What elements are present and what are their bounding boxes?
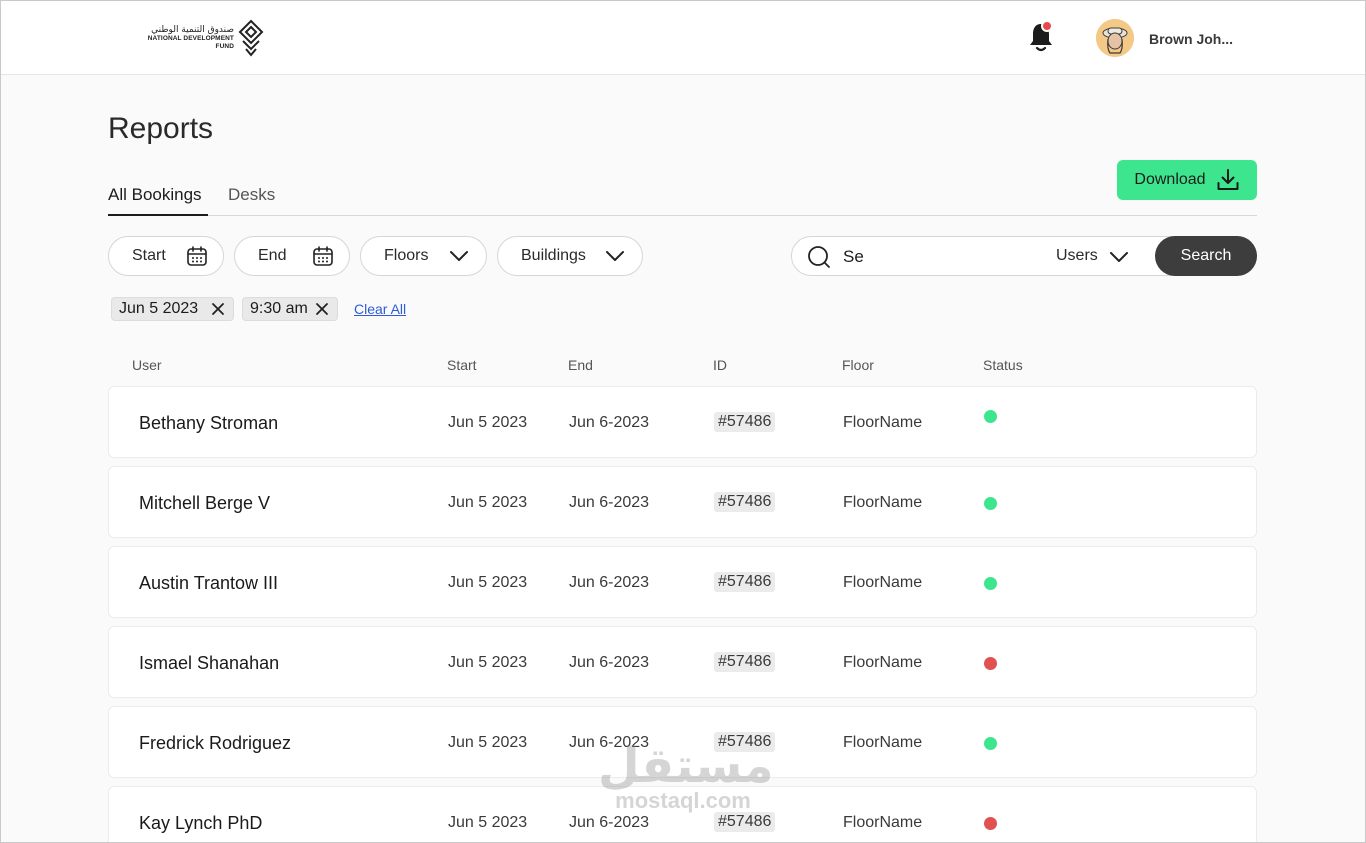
download-button[interactable]: Download	[1117, 160, 1257, 200]
avatar-illustration-icon	[1096, 19, 1134, 57]
logo-arabic: صندوق التنمية الوطني	[151, 25, 234, 35]
row-id: #57486	[714, 732, 776, 752]
status-indicator	[984, 657, 997, 670]
table-row[interactable]: Austin Trantow III Jun 5 2023 Jun 6-2023…	[108, 546, 1257, 618]
clear-all-link[interactable]: Clear All	[354, 301, 406, 317]
row-id: #57486	[714, 412, 776, 432]
row-start: Jun 5 2023	[448, 574, 528, 591]
row-user: Ismael Shanahan	[139, 653, 280, 673]
row-user: Austin Trantow III	[139, 573, 279, 593]
column-header-floor: Floor	[842, 357, 874, 373]
column-header-status: Status	[983, 357, 1023, 373]
close-icon[interactable]	[315, 302, 329, 316]
column-header-id: ID	[713, 357, 727, 373]
status-indicator	[984, 497, 997, 510]
buildings-dropdown-label: Buildings	[521, 247, 586, 264]
row-user: Fredrick Rodriguez	[139, 733, 292, 753]
floors-dropdown[interactable]: Floors	[360, 236, 487, 276]
row-id: #57486	[714, 572, 776, 592]
status-indicator	[984, 737, 997, 750]
start-filter-label: Start	[132, 247, 166, 264]
download-icon	[1217, 169, 1239, 190]
row-floor: FloorName	[843, 654, 923, 671]
table-row[interactable]: Kay Lynch PhD Jun 5 2023 Jun 6-2023 #574…	[108, 786, 1257, 843]
status-indicator	[984, 817, 997, 830]
row-user: Kay Lynch PhD	[139, 813, 263, 833]
tab-bar: All Bookings Desks	[108, 184, 1257, 216]
table-row[interactable]: Mitchell Berge V Jun 5 2023 Jun 6-2023 #…	[108, 466, 1257, 538]
row-start: Jun 5 2023	[448, 494, 528, 511]
search-scope-dropdown[interactable]: Users	[1056, 247, 1128, 265]
row-end: Jun 6-2023	[569, 574, 650, 591]
search-icon	[808, 246, 830, 268]
top-bar: صندوق التنمية الوطني NATIONAL DEVELOPMEN…	[0, 0, 1366, 75]
search-button[interactable]: Search	[1155, 236, 1257, 276]
logo-text: صندوق التنمية الوطني NATIONAL DEVELOPMEN…	[142, 25, 234, 51]
chevron-down-icon	[1110, 252, 1128, 262]
chevron-down-icon	[606, 251, 624, 261]
chevron-down-icon	[450, 251, 468, 261]
row-floor: FloorName	[843, 814, 923, 831]
row-floor: FloorName	[843, 494, 923, 511]
row-start: Jun 5 2023	[448, 654, 528, 671]
row-floor: FloorName	[843, 734, 923, 751]
user-name[interactable]: Brown Joh...	[1149, 31, 1233, 47]
row-id: #57486	[714, 492, 776, 512]
row-user: Mitchell Berge V	[139, 493, 271, 513]
row-end: Jun 6-2023	[569, 494, 650, 511]
filter-chip-label: 9:30 am	[250, 300, 308, 317]
logo-english: NATIONAL DEVELOPMENT	[147, 35, 234, 42]
avatar[interactable]	[1096, 19, 1134, 57]
end-date-filter[interactable]: End	[234, 236, 350, 276]
tab-all-bookings[interactable]: All Bookings	[108, 184, 208, 216]
page-title: Reports	[108, 112, 214, 145]
status-indicator	[984, 410, 997, 423]
calendar-icon	[313, 246, 333, 266]
row-end: Jun 6-2023	[569, 654, 650, 671]
logo-mark-icon	[238, 19, 264, 57]
row-user: Bethany Stroman	[139, 413, 279, 433]
table-row[interactable]: Ismael Shanahan Jun 5 2023 Jun 6-2023 #5…	[108, 626, 1257, 698]
status-indicator	[984, 577, 997, 590]
filter-chip-date: Jun 5 2023	[111, 297, 234, 321]
row-start: Jun 5 2023	[448, 814, 528, 831]
table-row[interactable]: Bethany Stroman Jun 5 2023 Jun 6-2023 #5…	[108, 386, 1257, 458]
column-header-end: End	[568, 357, 593, 373]
tab-desks[interactable]: Desks	[228, 184, 275, 216]
calendar-icon	[187, 246, 207, 266]
buildings-dropdown[interactable]: Buildings	[497, 236, 643, 276]
table-row[interactable]: Fredrick Rodriguez Jun 5 2023 Jun 6-2023…	[108, 706, 1257, 778]
row-id: #57486	[714, 652, 776, 672]
row-id: #57486	[714, 812, 776, 832]
row-floor: FloorName	[843, 574, 923, 591]
column-header-user: User	[132, 357, 162, 373]
logo-english-2: FUND	[215, 43, 234, 50]
row-end: Jun 6-2023	[569, 814, 650, 831]
filter-chip-label: Jun 5 2023	[119, 300, 199, 317]
search-input[interactable]	[843, 246, 1043, 268]
notification-badge	[1041, 20, 1053, 32]
row-end: Jun 6-2023	[569, 414, 650, 431]
start-date-filter[interactable]: Start	[108, 236, 224, 276]
close-icon[interactable]	[211, 302, 225, 316]
row-end: Jun 6-2023	[569, 734, 650, 751]
end-filter-label: End	[258, 247, 287, 264]
column-header-start: Start	[447, 357, 477, 373]
row-start: Jun 5 2023	[448, 734, 528, 751]
row-floor: FloorName	[843, 414, 923, 431]
logo[interactable]: صندوق التنمية الوطني NATIONAL DEVELOPMEN…	[142, 17, 264, 59]
download-label: Download	[1134, 171, 1206, 188]
filter-chip-time: 9:30 am	[242, 297, 338, 321]
search-scope-label: Users	[1056, 247, 1098, 264]
row-start: Jun 5 2023	[448, 414, 528, 431]
floors-dropdown-label: Floors	[384, 247, 429, 264]
